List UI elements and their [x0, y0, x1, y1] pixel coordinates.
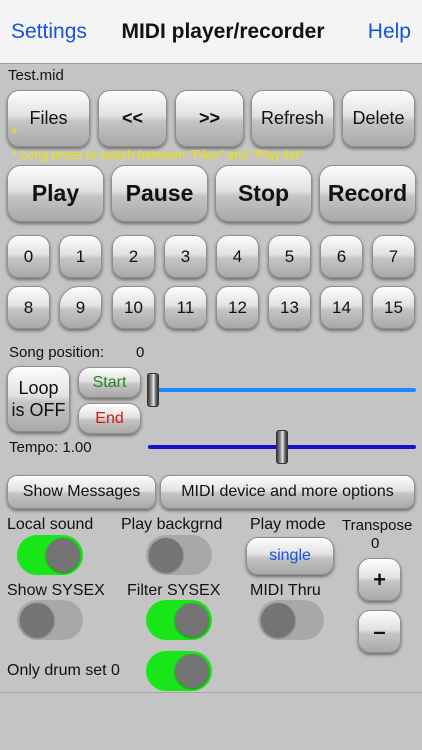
switch-knob: [46, 538, 80, 572]
transpose-value: 0: [371, 535, 380, 552]
file-name-label: Test.mid: [8, 67, 64, 84]
switch-knob: [175, 654, 209, 688]
switch-knob: [175, 603, 209, 637]
long-press-hint: * Long press to switch between "Files" a…: [12, 148, 304, 162]
filter-sysex-label: Filter SYSEX: [127, 582, 221, 599]
transpose-label: Transpose: [342, 517, 413, 534]
bottom-bar: [0, 692, 422, 750]
midi-thru-label: MIDI Thru: [250, 582, 321, 599]
play-background-toggle[interactable]: [146, 535, 212, 575]
play-mode-button[interactable]: single: [246, 537, 334, 575]
channel-button-12[interactable]: 12: [216, 286, 259, 329]
only-drum-set-toggle[interactable]: [146, 651, 212, 691]
song-position-slider-track[interactable]: [152, 388, 416, 392]
channel-button-11[interactable]: 11: [164, 286, 207, 329]
previous-button[interactable]: <<: [98, 90, 167, 147]
files-button[interactable]: Files: [7, 90, 90, 147]
show-sysex-label: Show SYSEX: [7, 582, 105, 599]
only-drum-set-label: Only drum set 0: [7, 662, 120, 679]
help-button[interactable]: Help: [368, 20, 411, 44]
pause-button[interactable]: Pause: [111, 165, 208, 222]
channel-button-4[interactable]: 4: [216, 235, 259, 278]
loop-label-line2: is OFF: [11, 400, 66, 420]
play-background-label: Play backgrnd: [121, 516, 223, 533]
refresh-button[interactable]: Refresh: [251, 90, 334, 147]
channel-button-8[interactable]: 8: [7, 286, 50, 329]
tempo-slider-thumb[interactable]: [276, 430, 288, 464]
tempo-label: Tempo: 1.00: [9, 439, 92, 456]
song-position-slider-thumb[interactable]: [147, 373, 159, 407]
delete-button[interactable]: Delete: [342, 90, 415, 147]
song-position-label: Song position:: [9, 344, 105, 361]
channel-button-14[interactable]: 14: [320, 286, 363, 329]
channel-button-2[interactable]: 2: [112, 235, 155, 278]
channel-button-15[interactable]: 15: [372, 286, 415, 329]
midi-thru-toggle[interactable]: [258, 600, 324, 640]
song-position-value: 0: [136, 344, 145, 361]
loop-toggle-button[interactable]: Loop is OFF: [7, 366, 70, 432]
filter-sysex-toggle[interactable]: [146, 600, 212, 640]
transpose-plus-button[interactable]: +: [358, 558, 401, 601]
channel-button-0[interactable]: 0: [7, 235, 50, 278]
play-button[interactable]: Play: [7, 165, 104, 222]
record-button[interactable]: Record: [319, 165, 416, 222]
local-sound-toggle[interactable]: [17, 535, 83, 575]
channel-button-9[interactable]: 9: [59, 286, 102, 329]
page-title: MIDI player/recorder: [121, 20, 325, 43]
channel-button-13[interactable]: 13: [268, 286, 311, 329]
show-messages-button[interactable]: Show Messages: [7, 475, 156, 509]
play-mode-label: Play mode: [250, 516, 326, 533]
next-button[interactable]: >>: [175, 90, 244, 147]
switch-knob: [20, 603, 54, 637]
channel-button-6[interactable]: 6: [320, 235, 363, 278]
loop-start-button[interactable]: Start: [78, 367, 141, 398]
midi-device-options-button[interactable]: MIDI device and more options: [160, 475, 415, 509]
channel-button-1[interactable]: 1: [59, 235, 102, 278]
channel-button-7[interactable]: 7: [372, 235, 415, 278]
navigation-bar: Settings MIDI player/recorder Help: [0, 0, 422, 64]
channel-button-3[interactable]: 3: [164, 235, 207, 278]
channel-button-10[interactable]: 10: [112, 286, 155, 329]
switch-knob: [261, 603, 295, 637]
local-sound-label: Local sound: [7, 516, 94, 533]
channel-button-5[interactable]: 5: [268, 235, 311, 278]
loop-label-line1: Loop: [18, 378, 59, 398]
transpose-minus-button[interactable]: –: [358, 610, 401, 653]
loop-end-button[interactable]: End: [78, 403, 141, 434]
switch-knob: [149, 538, 183, 572]
stop-button[interactable]: Stop: [215, 165, 312, 222]
show-sysex-toggle[interactable]: [17, 600, 83, 640]
files-hint-star: *: [11, 126, 18, 143]
